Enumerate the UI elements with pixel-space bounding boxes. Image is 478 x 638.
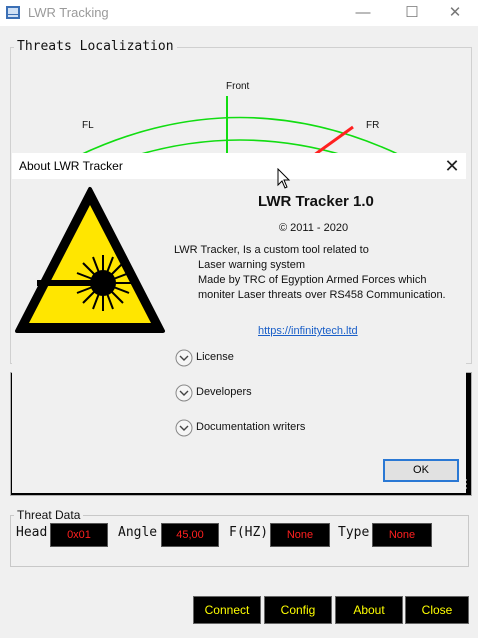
angle-label: Angle: [118, 525, 158, 540]
about-dialog-close-button[interactable]: ✕: [438, 153, 466, 179]
about-description-line: LWR Tracker, Is a custom tool related to: [174, 244, 369, 256]
radar-label-fl: FL: [82, 120, 94, 131]
connect-button[interactable]: Connect: [193, 596, 261, 624]
laser-warning-icon: [15, 187, 165, 333]
head-label: Head: [16, 525, 48, 540]
radar-label-front: Front: [226, 81, 250, 92]
mouse-cursor-icon: [277, 168, 291, 189]
frequency-value: None: [270, 523, 330, 547]
angle-value: 45,00: [161, 523, 219, 547]
minimize-button[interactable]: —: [340, 0, 386, 26]
threat-data-title: Threat Data: [14, 508, 84, 522]
chevron-down-icon: [175, 349, 193, 367]
config-button[interactable]: Config: [264, 596, 332, 624]
chevron-down-icon: [175, 419, 193, 437]
type-value: None: [372, 523, 432, 547]
about-description-line: Made by TRC of Egyption Armed Forces whi…: [198, 274, 427, 286]
developers-label: Developers: [196, 386, 252, 398]
radar-display: Front FL FR: [78, 81, 402, 155]
about-app-name: LWR Tracker 1.0: [258, 193, 374, 210]
type-label: Type: [338, 525, 370, 540]
threat-direction-line: [311, 125, 354, 155]
about-description-line: moniter Laser threats over RS458 Communi…: [198, 289, 446, 301]
about-button[interactable]: About: [335, 596, 403, 624]
close-button[interactable]: Close: [405, 596, 469, 624]
about-description-line: Laser warning system: [198, 259, 305, 271]
chevron-down-icon: [175, 384, 193, 402]
app-icon: [6, 6, 20, 19]
window-title: LWR Tracking: [28, 5, 109, 20]
about-dialog-title: About LWR Tracker: [19, 159, 123, 173]
license-label: License: [196, 351, 234, 363]
head-value: 0x01: [50, 523, 108, 547]
threats-localization-title: Threats Localization: [14, 39, 177, 54]
documentation-writers-label: Documentation writers: [196, 421, 306, 433]
close-window-button[interactable]: ✕: [432, 0, 478, 26]
radar-label-fr: FR: [366, 120, 379, 131]
about-website-link[interactable]: https://infinitytech.ltd: [258, 325, 358, 337]
frequency-label: F(HZ): [229, 525, 269, 540]
maximize-button[interactable]: ☐: [389, 0, 435, 26]
about-copyright: © 2011 - 2020: [279, 222, 349, 234]
ok-button[interactable]: OK: [383, 459, 459, 482]
